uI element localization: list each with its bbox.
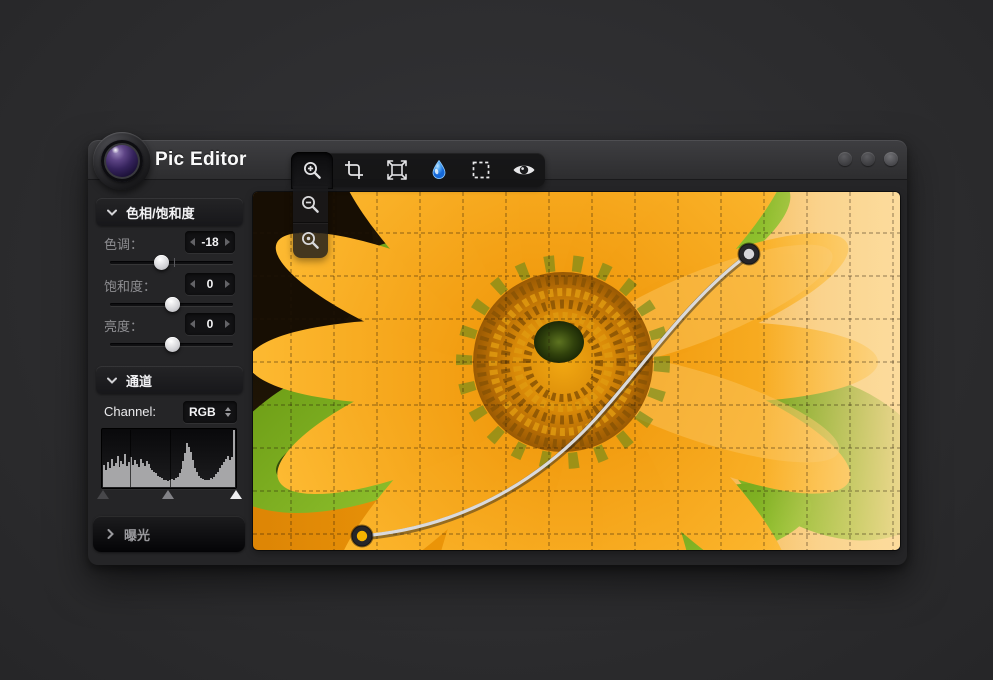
brightness-label: 亮度： xyxy=(104,316,143,335)
histogram-bars xyxy=(103,430,235,487)
stepper-increase-icon[interactable] xyxy=(225,320,230,328)
lens-icon xyxy=(101,140,143,182)
histogram-handles xyxy=(101,490,237,500)
exposure-panel-title: 曝光 xyxy=(124,525,150,544)
zoom-out-icon xyxy=(300,194,321,215)
zoom-in-tool-button[interactable] xyxy=(291,152,333,189)
updown-arrows-icon xyxy=(225,407,231,417)
preview-tool-button[interactable] xyxy=(503,153,545,187)
chevron-down-icon xyxy=(107,209,117,216)
chevron-right-icon xyxy=(107,529,114,539)
pic-editor-window: Pic Editor xyxy=(88,140,907,565)
image-canvas[interactable] xyxy=(253,192,900,550)
resize-tool-button[interactable] xyxy=(376,153,418,187)
channel-panel-header[interactable]: 通道 xyxy=(96,366,243,394)
saturation-value: 0 xyxy=(195,277,225,291)
channel-label: Channel: xyxy=(104,404,156,419)
zoom-out-button[interactable] xyxy=(293,186,328,222)
curve-end-handle[interactable] xyxy=(739,244,760,265)
eye-icon xyxy=(512,162,536,178)
hue-label: 色调： xyxy=(104,234,143,253)
brightness-slider-thumb[interactable] xyxy=(165,337,180,352)
marquee-tool-button[interactable] xyxy=(460,153,502,187)
marquee-selection-icon xyxy=(471,160,491,180)
crop-icon xyxy=(344,160,364,180)
histogram xyxy=(101,428,237,489)
chevron-down-icon xyxy=(107,377,117,384)
hue-stepper[interactable]: -18 xyxy=(185,231,235,253)
window-dot-2[interactable] xyxy=(861,152,875,166)
slider-center-tick xyxy=(174,258,175,267)
window-dot-1[interactable] xyxy=(838,152,852,166)
highlights-handle[interactable] xyxy=(230,490,242,499)
hue-slider[interactable] xyxy=(110,255,233,270)
channel-panel-title: 通道 xyxy=(126,371,152,390)
crop-tool-button[interactable] xyxy=(333,153,375,187)
grid-lines xyxy=(253,192,900,550)
zoom-in-icon xyxy=(302,160,323,181)
saturation-stepper[interactable]: 0 xyxy=(185,273,235,295)
hue-saturation-panel-title: 色相/饱和度 xyxy=(126,203,195,222)
app-title: Pic Editor xyxy=(155,149,247,171)
resize-icon xyxy=(386,159,408,181)
hue-saturation-panel-header[interactable]: 色相/饱和度 xyxy=(96,198,243,226)
brightness-stepper[interactable]: 0 xyxy=(185,313,235,335)
curve-overlay[interactable] xyxy=(253,192,900,550)
retouch-tool-button[interactable] xyxy=(418,153,460,187)
toolbar xyxy=(291,153,545,187)
window-dot-3[interactable] xyxy=(884,152,898,166)
saturation-slider-thumb[interactable] xyxy=(165,297,180,312)
exposure-panel-header[interactable]: 曝光 xyxy=(93,516,245,552)
midtones-handle[interactable] xyxy=(162,490,174,499)
stepper-increase-icon[interactable] xyxy=(225,280,230,288)
slider-track[interactable] xyxy=(110,261,233,264)
hue-value: -18 xyxy=(195,235,225,249)
shadows-handle[interactable] xyxy=(97,490,109,499)
channel-dropdown-value: RGB xyxy=(189,405,216,419)
zoom-flyout xyxy=(293,186,328,258)
saturation-slider[interactable] xyxy=(110,297,233,312)
hue-slider-thumb[interactable] xyxy=(154,255,169,270)
channel-dropdown[interactable]: RGB xyxy=(183,401,237,423)
window-controls xyxy=(838,152,898,166)
camera-lens-logo xyxy=(93,132,151,190)
stepper-increase-icon[interactable] xyxy=(225,238,230,246)
water-drop-icon xyxy=(429,159,449,181)
brightness-slider[interactable] xyxy=(110,337,233,352)
zoom-actual-size-button[interactable] xyxy=(293,222,328,258)
brightness-value: 0 xyxy=(195,317,225,331)
zoom-actual-size-icon xyxy=(300,230,321,251)
curve-start-handle[interactable] xyxy=(352,526,373,547)
saturation-label: 饱和度： xyxy=(104,276,156,295)
